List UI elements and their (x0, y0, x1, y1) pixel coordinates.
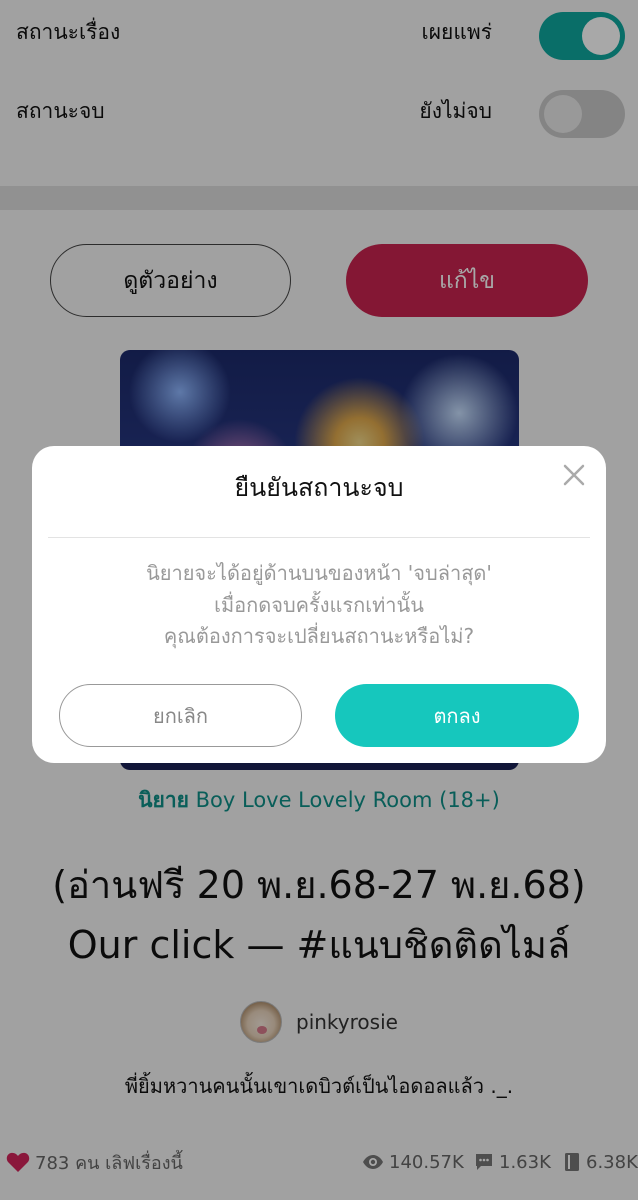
dialog-message-line-1: นิยายจะได้อยู่ด้านบนของหน้า 'จบล่าสุด' (146, 561, 492, 585)
cancel-button[interactable]: ยกเลิก (59, 684, 302, 747)
dialog-message-line-3: คุณต้องการจะเปลี่ยนสถานะหรือไม่? (163, 624, 475, 648)
dialog-message-line-2: เมื่อกดจบครั้งแรกเท่านั้น (214, 593, 424, 617)
close-icon[interactable] (559, 460, 589, 490)
dialog-divider (48, 537, 590, 538)
confirm-button[interactable]: ตกลง (335, 684, 579, 747)
dialog-title: ยืนยันสถานะจบ (234, 473, 404, 502)
